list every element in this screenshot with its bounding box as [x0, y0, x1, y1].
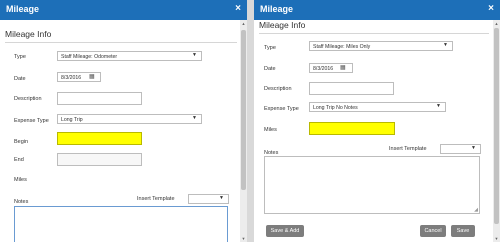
scroll-up-icon[interactable]: ▲ [240, 21, 247, 26]
chevron-down-icon: ▼ [436, 103, 441, 109]
chevron-down-icon: ▼ [219, 195, 224, 201]
section-title: Mileage Info [259, 20, 306, 30]
insert-template-label: Insert Template [389, 146, 427, 152]
expense-type-value: Long Trip [61, 116, 83, 123]
section-divider [5, 42, 237, 43]
type-value: Staff Mileage: Odometer [61, 53, 118, 60]
date-value: 8/3/2016 [61, 74, 82, 81]
type-value: Staff Mileage: Miles Only [313, 43, 371, 50]
date-label: Date [264, 66, 276, 72]
dialog-titlebar: Mileage × [254, 0, 500, 20]
calendar-icon[interactable]: ▦ [340, 64, 346, 71]
type-label: Type [14, 54, 26, 60]
description-label: Description [14, 96, 42, 102]
expense-type-select[interactable]: Long Trip ▼ [57, 114, 202, 124]
close-icon[interactable]: × [235, 3, 241, 14]
chevron-down-icon: ▼ [192, 115, 197, 121]
scroll-down-icon[interactable]: ▼ [240, 236, 247, 241]
begin-input[interactable] [57, 132, 142, 145]
scroll-up-icon[interactable]: ▲ [493, 21, 500, 26]
resize-handle-icon[interactable]: ◢ [474, 207, 478, 213]
section-divider [259, 33, 489, 34]
description-input[interactable] [309, 82, 394, 95]
scrollbar[interactable]: ▲ ▼ [240, 20, 247, 242]
miles-input[interactable] [309, 122, 395, 135]
date-value: 8/3/2016 [313, 65, 334, 72]
description-input[interactable] [57, 92, 142, 105]
scroll-down-icon[interactable]: ▼ [493, 236, 500, 241]
save-button[interactable]: Save [451, 225, 475, 237]
calendar-icon[interactable]: ▦ [89, 73, 95, 80]
scrollbar-thumb[interactable] [494, 28, 499, 224]
expense-type-label: Expense Type [14, 118, 49, 124]
notes-textarea[interactable]: ◢ [264, 156, 480, 214]
chevron-down-icon: ▼ [443, 42, 448, 48]
dialog-titlebar: Mileage × [0, 0, 247, 20]
type-label: Type [264, 45, 276, 51]
expense-type-value: Long Trip No Notes [313, 104, 358, 111]
insert-template-label: Insert Template [137, 196, 175, 202]
notes-textarea[interactable] [14, 206, 228, 242]
end-input[interactable] [57, 153, 142, 166]
date-label: Date [14, 76, 26, 82]
dialog-title: Mileage [260, 4, 294, 14]
dialog-title: Mileage [6, 4, 40, 14]
scrollbar[interactable]: ▲ ▼ [493, 20, 500, 242]
save-and-add-button[interactable]: Save & Add [266, 225, 304, 237]
section-title: Mileage Info [5, 29, 52, 39]
description-label: Description [264, 86, 292, 92]
scrollbar-thumb[interactable] [241, 30, 246, 190]
close-icon[interactable]: × [488, 3, 494, 14]
insert-template-select[interactable]: ▼ [440, 144, 481, 154]
miles-label: Miles [264, 127, 277, 133]
cancel-button[interactable]: Cancel [420, 225, 446, 237]
mileage-dialog-odometer: Mileage × Mileage Info Type Staff Mileag… [0, 0, 247, 242]
type-select[interactable]: Staff Mileage: Miles Only ▼ [309, 41, 453, 51]
expense-type-label: Expense Type [264, 106, 299, 112]
notes-label: Notes [14, 199, 29, 205]
chevron-down-icon: ▼ [192, 52, 197, 58]
miles-label: Miles [14, 177, 27, 183]
type-select[interactable]: Staff Mileage: Odometer ▼ [57, 51, 202, 61]
chevron-down-icon: ▼ [471, 145, 476, 151]
expense-type-select[interactable]: Long Trip No Notes ▼ [309, 102, 446, 112]
mileage-dialog-miles-only: Mileage × Mileage Info Type Staff Mileag… [254, 0, 500, 242]
begin-label: Begin [14, 139, 29, 145]
end-label: End [14, 157, 24, 163]
date-input[interactable]: 8/3/2016 [309, 63, 353, 73]
insert-template-select[interactable]: ▼ [188, 194, 229, 204]
